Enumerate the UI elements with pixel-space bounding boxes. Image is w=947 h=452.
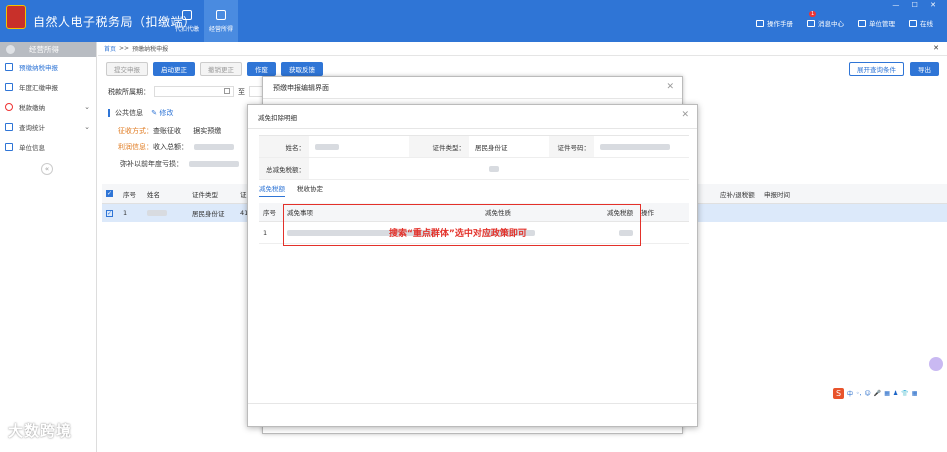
period-start-input[interactable] (154, 86, 234, 97)
close-icon[interactable]: ✕ (666, 82, 674, 92)
topnav-withholding[interactable]: 代扣代缴 (170, 0, 204, 42)
expand-query-button[interactable]: 展开查询条件 (849, 62, 904, 76)
topnav-business-income[interactable]: 经营所得 (204, 0, 238, 42)
close-tab-icon[interactable]: ✕ (933, 44, 939, 52)
withholding-icon (182, 9, 192, 20)
highlight-box (283, 204, 641, 246)
breadcrumb: 首页 >> 预缴纳税申报 (98, 42, 947, 56)
tab-tax-treaty[interactable]: 税收协定 (297, 183, 323, 197)
dialog-tabs: 减免税额 税收协定 (259, 183, 323, 197)
close-icon[interactable]: ✕ (681, 110, 689, 120)
sidebar: 经营所得 预缴纳税申报 年度汇缴申报 税款缴纳 ⌄ 查询统计 ⌄ 单位信息 « (0, 42, 97, 452)
loss-row: 弥补以前年度亏损： (120, 159, 240, 169)
toolbar-right: 展开查询条件 导出 (849, 62, 939, 76)
sidebar-item-payment[interactable]: 税款缴纳 ⌄ (0, 97, 96, 117)
message-icon (807, 19, 815, 27)
dialog-title: 减免扣除明细 (248, 105, 697, 129)
export-button[interactable]: 导出 (910, 62, 939, 76)
business-icon (216, 9, 226, 20)
topnav-label: 代扣代缴 (174, 25, 199, 33)
dialog-footer (248, 403, 697, 404)
start-correction-button[interactable]: 启动更正 (153, 62, 195, 76)
sidebar-header: 经营所得 (0, 42, 96, 57)
masked-name (143, 209, 188, 217)
topnav-label: 经营所得 (208, 25, 233, 33)
breadcrumb-current: 预缴纳税申报 (132, 46, 169, 53)
submit-button[interactable]: 提交申报 (106, 62, 148, 76)
building-icon (858, 19, 866, 27)
dialog-title: 预缴申报编辑界面 (263, 77, 682, 99)
title-bar: 自然人电子税务局（扣缴端） 代扣代缴 经营所得 操作手册 1 消息中心 单位管理 … (0, 0, 947, 42)
sidebar-item-unit-info[interactable]: 单位信息 (0, 137, 96, 157)
message-center-link[interactable]: 1 消息中心 (807, 11, 844, 28)
coin-icon (5, 103, 13, 111)
deduction-detail-dialog: 减免扣除明细 ✕ 姓名： 证件类型： 居民身份证 证件号码： 总减免税额： 减免… (247, 104, 698, 427)
annotation-text: 搜索“重点群体”选中对应政策即可 (389, 229, 527, 239)
get-feedback-button[interactable]: 获取反馈 (281, 62, 323, 76)
tab-deduction-amount[interactable]: 减免税额 (259, 183, 285, 197)
public-info-header: 公共信息 ✎ 修改 (108, 108, 173, 118)
section-bar (108, 109, 110, 117)
sidebar-item-prepay[interactable]: 预缴纳税申报 (0, 57, 96, 77)
manual-link[interactable]: 操作手册 (756, 18, 793, 28)
module-icon (6, 45, 15, 54)
sidebar-item-query[interactable]: 查询统计 ⌄ (0, 117, 96, 137)
void-button[interactable]: 作废 (247, 62, 276, 76)
chevron-down-icon: ⌄ (84, 123, 90, 131)
unit-management-link[interactable]: 单位管理 (858, 18, 895, 28)
chevron-down-icon: ⌄ (84, 103, 90, 111)
doc-icon (5, 63, 13, 71)
select-all-checkbox[interactable]: ✓ (106, 190, 113, 197)
book-icon (756, 19, 764, 27)
sidebar-collapse-button[interactable]: « (41, 163, 53, 175)
sogou-icon[interactable]: S (833, 388, 844, 399)
calendar-icon (224, 88, 230, 94)
watermark: 大数跨境 (8, 422, 73, 440)
levy-method-row: 征收方式：查账征收 据实预缴 (118, 127, 222, 135)
person-info-form: 姓名： 证件类型： 居民身份证 证件号码： 总减免税额： (259, 135, 689, 180)
masked-value (189, 161, 240, 167)
window-controls[interactable]: — ☐ ✕ (892, 1, 941, 9)
table-icon (5, 143, 13, 151)
masked-value (194, 144, 235, 150)
ime-toolbar: S 中 ◦, ☺ 🎤 ▦ ♟ 👕 ▦ (833, 388, 917, 399)
monitor-icon (909, 19, 917, 27)
top-links: 操作手册 1 消息中心 单位管理 在线 (756, 11, 933, 28)
toolbar: 提交申报 启动更正 撤销更正 作废 获取反馈 (106, 62, 323, 76)
chart-icon (5, 123, 13, 131)
profit-info-row: 利润信息：收入总额： (118, 142, 235, 152)
cancel-correction-button[interactable]: 撤销更正 (200, 62, 242, 76)
message-badge: 1 (809, 11, 817, 17)
top-nav: 代扣代缴 经营所得 (170, 0, 238, 42)
period-filter: 税款所属期： 至 (108, 86, 279, 97)
sidebar-item-annual[interactable]: 年度汇缴申报 (0, 77, 96, 97)
edit-link[interactable]: ✎ 修改 (151, 109, 173, 117)
national-emblem-icon (6, 5, 26, 29)
breadcrumb-home[interactable]: 首页 (104, 44, 116, 53)
row-checkbox[interactable]: ✓ (106, 209, 113, 217)
floating-assistant-icon[interactable] (929, 357, 943, 371)
doc-icon (5, 83, 13, 91)
online-status[interactable]: 在线 (909, 18, 933, 28)
